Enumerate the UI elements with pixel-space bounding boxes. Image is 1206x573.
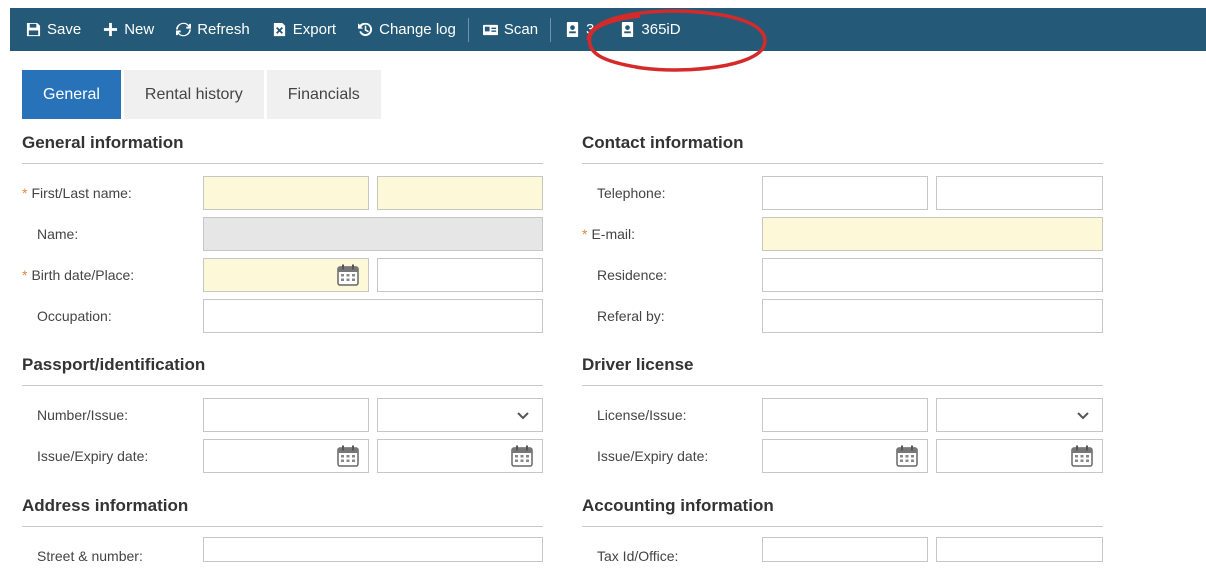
refresh-icon — [176, 22, 192, 37]
top-strip — [0, 0, 1206, 8]
tax-office-input[interactable] — [936, 537, 1103, 562]
email-label: * E-mail: — [582, 217, 635, 251]
refresh-button[interactable]: Refresh — [176, 8, 250, 51]
new-button[interactable]: New — [103, 8, 154, 51]
new-label: New — [124, 21, 155, 38]
id-document-icon — [566, 22, 579, 37]
telephone-input[interactable] — [762, 176, 928, 210]
chevron-down-icon — [1077, 412, 1089, 420]
calendar-icon[interactable] — [511, 445, 533, 467]
export-button[interactable]: Export — [272, 8, 336, 51]
birth-date-place-text: Birth date/Place: — [31, 267, 135, 283]
referal-by-label: Referal by: — [597, 308, 665, 324]
telephone-label: Telephone: — [597, 185, 666, 201]
scan-button[interactable]: Scan — [482, 8, 539, 51]
birth-date-place-label: * Birth date/Place: — [22, 258, 134, 292]
toolbar-separator — [550, 17, 552, 42]
passport-issue-date-input[interactable] — [203, 439, 369, 473]
birth-date-input[interactable] — [203, 258, 369, 292]
id-card-icon — [482, 24, 498, 36]
first-last-name-label: * First/Last name: — [22, 176, 132, 210]
contact-information-heading: Contact information — [582, 133, 1103, 164]
issue-expiry-date-label: Issue/Expiry date: — [37, 448, 149, 464]
calendar-icon[interactable] — [896, 445, 918, 467]
street-number-input[interactable] — [203, 537, 543, 562]
license-expiry-date-input[interactable] — [936, 439, 1103, 473]
name-label: Name: — [37, 226, 79, 242]
email-input[interactable] — [762, 217, 1103, 251]
tax-id-office-label: Tax Id/Office: — [597, 548, 679, 564]
toolbar-separator — [467, 17, 469, 42]
plus-icon — [104, 22, 118, 37]
accounting-information-heading: Accounting information — [582, 496, 1103, 527]
change-log-label: Change log — [379, 21, 456, 38]
365-button[interactable]: 3 — [565, 8, 594, 51]
required-asterisk: * — [22, 267, 28, 283]
required-asterisk: * — [582, 226, 588, 242]
license-issue-label: License/Issue: — [597, 407, 687, 423]
passport-expiry-date-input[interactable] — [377, 439, 543, 473]
floppy-disk-icon — [26, 22, 41, 37]
passport-identification-heading: Passport/identification — [22, 355, 543, 386]
required-asterisk: * — [22, 185, 28, 201]
id-document-icon — [622, 22, 634, 37]
export-label: Export — [292, 21, 337, 38]
license-issue-expiry-date-label: Issue/Expiry date: — [597, 448, 709, 464]
license-number-input[interactable] — [762, 398, 928, 432]
occupation-input[interactable] — [203, 299, 543, 333]
telephone-secondary-input[interactable] — [936, 176, 1103, 210]
tab-rental-history[interactable]: Rental history — [123, 70, 264, 119]
calendar-icon[interactable] — [1071, 445, 1093, 467]
calendar-icon[interactable] — [337, 264, 359, 286]
driver-license-heading: Driver license — [582, 355, 1103, 386]
address-information-heading: Address information — [22, 496, 543, 527]
tab-bar: General Rental history Financials — [22, 70, 384, 119]
tab-financials[interactable]: Financials — [266, 70, 381, 119]
tab-general[interactable]: General — [22, 70, 121, 119]
save-label: Save — [47, 21, 82, 38]
passport-issue-select[interactable] — [377, 398, 543, 432]
excel-file-icon — [273, 22, 285, 37]
birth-place-input[interactable] — [377, 258, 543, 292]
last-name-input[interactable] — [377, 176, 543, 210]
refresh-label: Refresh — [197, 21, 250, 38]
referal-by-input[interactable] — [762, 299, 1103, 333]
365id-label: 365iD — [641, 21, 681, 38]
history-icon — [358, 22, 373, 37]
residence-input[interactable] — [762, 258, 1103, 292]
email-text: E-mail: — [591, 226, 636, 242]
first-last-name-text: First/Last name: — [31, 185, 132, 201]
save-button[interactable]: Save — [26, 8, 81, 51]
calendar-icon[interactable] — [337, 445, 359, 467]
general-information-heading: General information — [22, 133, 543, 164]
license-issue-date-input[interactable] — [762, 439, 928, 473]
toolbar: Save New Refresh Export Change log Scan … — [10, 8, 1206, 51]
first-name-input[interactable] — [203, 176, 369, 210]
365-label: 3 — [586, 21, 595, 38]
365id-button[interactable]: 365iD — [620, 8, 681, 51]
street-number-label: Street & number: — [37, 548, 143, 564]
scan-label: Scan — [503, 21, 539, 38]
name-input — [203, 217, 543, 251]
change-log-button[interactable]: Change log — [358, 8, 456, 51]
number-issue-label: Number/Issue: — [37, 407, 129, 423]
occupation-label: Occupation: — [37, 308, 112, 324]
residence-label: Residence: — [597, 267, 668, 283]
passport-number-input[interactable] — [203, 398, 369, 432]
chevron-down-icon — [517, 412, 529, 420]
license-issue-select[interactable] — [936, 398, 1103, 432]
tax-id-input[interactable] — [762, 537, 928, 562]
